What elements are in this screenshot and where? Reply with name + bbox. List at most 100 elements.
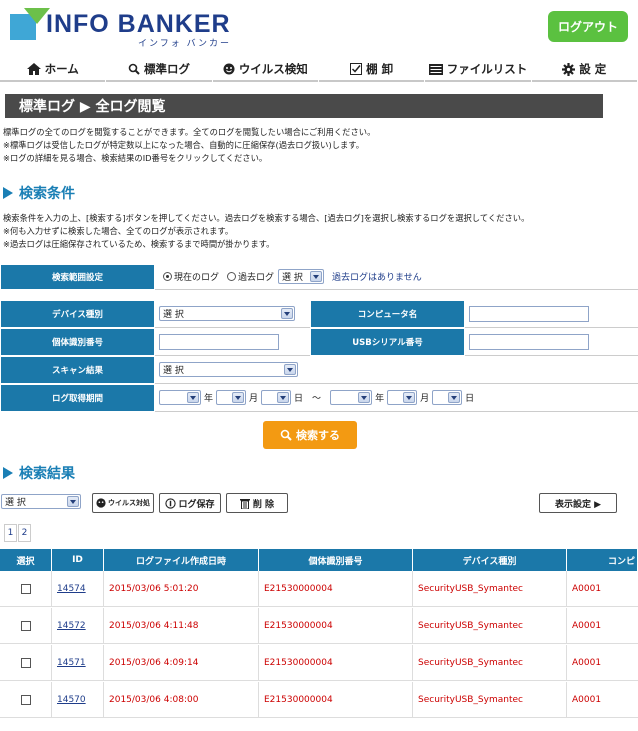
- logo-text: INFO BANKER: [46, 10, 231, 38]
- scan-label: スキャン結果: [0, 356, 155, 384]
- device-cell: SecurityUSB_Symantec: [413, 682, 567, 718]
- section-arrow-icon: [3, 187, 13, 199]
- to-day-label: 日: [465, 394, 475, 404]
- log-id-link[interactable]: 14570: [57, 695, 86, 705]
- nav-file-list-label: ファイルリスト: [446, 62, 528, 76]
- computer-label: コンピュータ名: [310, 300, 465, 328]
- device-select[interactable]: 選 択: [159, 306, 295, 321]
- log-id-link[interactable]: 14574: [57, 584, 86, 594]
- radio-current[interactable]: [163, 272, 172, 281]
- past-log-select[interactable]: 選 択: [278, 269, 325, 284]
- period-tilde: ～: [312, 394, 322, 404]
- logo-subtext: インフォ バンカー: [138, 39, 232, 49]
- nav-inventory[interactable]: 棚 卸: [318, 58, 425, 82]
- individual-row: 個体識別番号 USBシリアル番号: [0, 328, 638, 356]
- from-year-label: 年: [204, 394, 214, 404]
- col-id[interactable]: ID: [52, 549, 104, 571]
- to-day-select[interactable]: [432, 390, 463, 405]
- usb-serial-input[interactable]: [469, 333, 589, 350]
- to-month-label: 月: [420, 394, 430, 404]
- page-link-2[interactable]: 2: [18, 524, 31, 542]
- chevron-down-icon: [448, 392, 461, 403]
- nav-standard-log[interactable]: 標準ログ: [106, 58, 212, 82]
- from-year-select[interactable]: [159, 390, 201, 405]
- to-year-select[interactable]: [330, 390, 373, 405]
- computer-name-input[interactable]: [469, 305, 589, 322]
- header: INFO BANKER インフォ バンカー ログアウト: [0, 0, 638, 56]
- logout-button[interactable]: ログアウト: [548, 11, 628, 42]
- radio-past[interactable]: [227, 272, 237, 281]
- row-checkbox[interactable]: [20, 621, 31, 631]
- nav-file-list[interactable]: ファイルリスト: [425, 58, 531, 82]
- table-row: 14570 2015/03/06 4:08:00 E21530000004 Se…: [0, 682, 638, 718]
- col-serial[interactable]: 個体識別番号: [259, 549, 413, 571]
- page-link-1[interactable]: 1: [4, 524, 17, 542]
- serial-cell: E21530000004: [259, 682, 413, 718]
- virus-action-label: ウイルス対処: [108, 499, 150, 507]
- nav-virus[interactable]: ウイルス検知: [212, 58, 318, 82]
- row-checkbox-cell: [0, 682, 52, 718]
- display-settings-button[interactable]: 表示設定 ▶: [539, 493, 617, 513]
- range-label: 検索範囲設定: [0, 264, 155, 290]
- list-icon: [428, 63, 443, 75]
- nav-standard-log-label: 標準ログ: [143, 62, 190, 76]
- bulk-action-select-value: 選 択: [5, 498, 26, 508]
- chevron-down-icon: [358, 392, 371, 403]
- search-icon: [128, 63, 140, 75]
- bulk-action-select[interactable]: 選 択: [1, 494, 81, 509]
- scan-cell: 選 択: [155, 356, 638, 384]
- individual-number-input[interactable]: [159, 333, 279, 350]
- row-checkbox[interactable]: [20, 695, 31, 705]
- col-date[interactable]: ログファイル作成日時: [104, 549, 259, 571]
- from-day-select[interactable]: [261, 390, 292, 405]
- search-button[interactable]: 検索する: [263, 421, 357, 449]
- row-checkbox[interactable]: [20, 658, 31, 668]
- nav-settings[interactable]: 設 定: [531, 58, 637, 82]
- nav-settings-label: 設 定: [579, 62, 607, 76]
- date-cell: 2015/03/06 5:01:20: [104, 571, 259, 607]
- chevron-down-icon: [284, 364, 296, 375]
- col-computer[interactable]: コンピ: [567, 549, 638, 571]
- col-select: 選択: [0, 549, 52, 571]
- page-title: 標準ログ ▶ 全ログ閲覧: [5, 94, 603, 118]
- usb-serial-cell: [465, 328, 638, 356]
- computer-cell: A0001: [572, 695, 602, 705]
- device-select-value: 選 択: [163, 310, 184, 320]
- row-checkbox[interactable]: [20, 584, 31, 594]
- info-circle-icon: [165, 497, 177, 509]
- log-id-link[interactable]: 14571: [57, 658, 86, 668]
- to-month-select[interactable]: [387, 390, 418, 405]
- smiley-icon: [96, 498, 106, 508]
- save-log-button[interactable]: ログ保存: [159, 493, 221, 513]
- computer-cell: A0001: [572, 584, 602, 594]
- serial-cell: E21530000004: [259, 608, 413, 644]
- page-desc-3: ※ログの詳細を見る場合、検索結果のID番号をクリックしてください。: [3, 153, 268, 163]
- device-cell: SecurityUSB_Symantec: [413, 645, 567, 681]
- delete-button[interactable]: 削 除: [226, 493, 288, 513]
- trash-icon: [239, 498, 250, 509]
- id-cell: 14571: [52, 645, 104, 681]
- radio-past-label: 過去ログ: [238, 273, 275, 283]
- save-log-label: ログ保存: [178, 499, 215, 510]
- main-nav: ホーム 標準ログ ウイルス検知 棚 卸 ファイルリスト 設 定: [0, 58, 638, 84]
- logo[interactable]: INFO BANKER インフォ バンカー: [10, 8, 240, 49]
- virus-action-button[interactable]: ウイルス対処: [92, 493, 154, 513]
- radio-current-label: 現在のログ: [174, 273, 220, 283]
- id-cell: 14572: [52, 608, 104, 644]
- period-label: ログ取得期間: [0, 384, 155, 412]
- conditions-title: 検索条件: [3, 183, 75, 203]
- chevron-down-icon: [281, 308, 293, 319]
- page-desc-2: ※標準ログは受信したログが特定数以上になった場合、自動的に圧縮保存(過去ログ扱い…: [3, 140, 365, 150]
- date-cell: 2015/03/06 4:08:00: [104, 682, 259, 718]
- nav-home[interactable]: ホーム: [0, 58, 106, 82]
- computer-cell: A0001: [572, 621, 602, 631]
- to-year-label: 年: [375, 394, 385, 404]
- log-id-link[interactable]: 14572: [57, 621, 86, 631]
- device-row: デバイス種別 選 択 コンピュータ名: [0, 300, 638, 328]
- period-cell: 年 月 日 ～ 年 月 日: [155, 384, 638, 412]
- row-checkbox-cell: [0, 645, 52, 681]
- scan-result-select[interactable]: 選 択: [159, 362, 298, 377]
- from-month-select[interactable]: [216, 390, 247, 405]
- col-device[interactable]: デバイス種別: [413, 549, 567, 571]
- id-cell: 14570: [52, 682, 104, 718]
